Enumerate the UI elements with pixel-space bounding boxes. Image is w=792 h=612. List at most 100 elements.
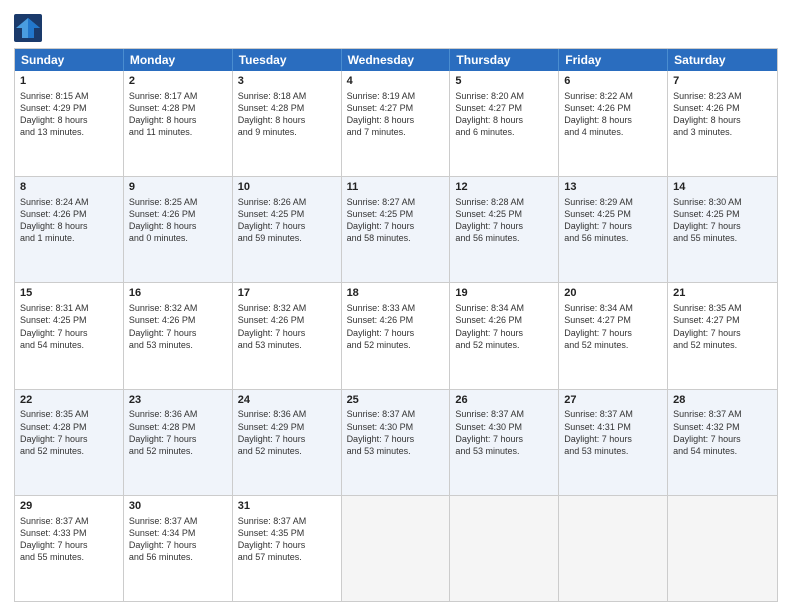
calendar-cell-empty [342,496,451,601]
calendar-cell: 24Sunrise: 8:36 AMSunset: 4:29 PMDayligh… [233,390,342,495]
day-number: 27 [564,393,662,408]
calendar-cell: 8Sunrise: 8:24 AMSunset: 4:26 PMDaylight… [15,177,124,282]
calendar-cell: 13Sunrise: 8:29 AMSunset: 4:25 PMDayligh… [559,177,668,282]
day-number: 20 [564,286,662,301]
calendar-cell: 12Sunrise: 8:28 AMSunset: 4:25 PMDayligh… [450,177,559,282]
calendar-cell: 11Sunrise: 8:27 AMSunset: 4:25 PMDayligh… [342,177,451,282]
calendar-cell: 23Sunrise: 8:36 AMSunset: 4:28 PMDayligh… [124,390,233,495]
calendar-cell: 17Sunrise: 8:32 AMSunset: 4:26 PMDayligh… [233,283,342,388]
day-info: Sunrise: 8:18 AMSunset: 4:28 PMDaylight:… [238,90,336,139]
day-info: Sunrise: 8:33 AMSunset: 4:26 PMDaylight:… [347,302,445,351]
day-info: Sunrise: 8:36 AMSunset: 4:29 PMDaylight:… [238,408,336,457]
day-number: 6 [564,74,662,89]
day-info: Sunrise: 8:37 AMSunset: 4:32 PMDaylight:… [673,408,772,457]
day-info: Sunrise: 8:35 AMSunset: 4:28 PMDaylight:… [20,408,118,457]
day-number: 13 [564,180,662,195]
calendar-row: 22Sunrise: 8:35 AMSunset: 4:28 PMDayligh… [15,389,777,495]
day-info: Sunrise: 8:28 AMSunset: 4:25 PMDaylight:… [455,196,553,245]
day-number: 23 [129,393,227,408]
day-number: 19 [455,286,553,301]
calendar-cell: 14Sunrise: 8:30 AMSunset: 4:25 PMDayligh… [668,177,777,282]
day-info: Sunrise: 8:37 AMSunset: 4:30 PMDaylight:… [347,408,445,457]
day-info: Sunrise: 8:29 AMSunset: 4:25 PMDaylight:… [564,196,662,245]
calendar-cell-empty [559,496,668,601]
day-number: 12 [455,180,553,195]
day-info: Sunrise: 8:34 AMSunset: 4:27 PMDaylight:… [564,302,662,351]
calendar-cell: 2Sunrise: 8:17 AMSunset: 4:28 PMDaylight… [124,71,233,176]
calendar-cell: 9Sunrise: 8:25 AMSunset: 4:26 PMDaylight… [124,177,233,282]
logo-icon [14,14,42,42]
day-number: 17 [238,286,336,301]
calendar-header: SundayMondayTuesdayWednesdayThursdayFrid… [15,49,777,71]
day-number: 25 [347,393,445,408]
day-number: 31 [238,499,336,514]
calendar-cell: 20Sunrise: 8:34 AMSunset: 4:27 PMDayligh… [559,283,668,388]
day-number: 30 [129,499,227,514]
calendar-cell: 29Sunrise: 8:37 AMSunset: 4:33 PMDayligh… [15,496,124,601]
day-info: Sunrise: 8:37 AMSunset: 4:35 PMDaylight:… [238,515,336,564]
day-number: 15 [20,286,118,301]
calendar-cell: 16Sunrise: 8:32 AMSunset: 4:26 PMDayligh… [124,283,233,388]
calendar-cell: 3Sunrise: 8:18 AMSunset: 4:28 PMDaylight… [233,71,342,176]
day-info: Sunrise: 8:37 AMSunset: 4:30 PMDaylight:… [455,408,553,457]
day-info: Sunrise: 8:31 AMSunset: 4:25 PMDaylight:… [20,302,118,351]
calendar-row: 8Sunrise: 8:24 AMSunset: 4:26 PMDaylight… [15,176,777,282]
calendar-cell: 18Sunrise: 8:33 AMSunset: 4:26 PMDayligh… [342,283,451,388]
weekday-header: Monday [124,49,233,71]
day-number: 21 [673,286,772,301]
day-number: 3 [238,74,336,89]
day-info: Sunrise: 8:23 AMSunset: 4:26 PMDaylight:… [673,90,772,139]
calendar-cell: 30Sunrise: 8:37 AMSunset: 4:34 PMDayligh… [124,496,233,601]
calendar-cell: 27Sunrise: 8:37 AMSunset: 4:31 PMDayligh… [559,390,668,495]
day-info: Sunrise: 8:20 AMSunset: 4:27 PMDaylight:… [455,90,553,139]
day-number: 9 [129,180,227,195]
weekday-header: Saturday [668,49,777,71]
day-number: 8 [20,180,118,195]
calendar-cell: 25Sunrise: 8:37 AMSunset: 4:30 PMDayligh… [342,390,451,495]
calendar-cell: 26Sunrise: 8:37 AMSunset: 4:30 PMDayligh… [450,390,559,495]
day-info: Sunrise: 8:27 AMSunset: 4:25 PMDaylight:… [347,196,445,245]
day-number: 26 [455,393,553,408]
logo [14,14,44,42]
calendar-row: 15Sunrise: 8:31 AMSunset: 4:25 PMDayligh… [15,282,777,388]
calendar-cell: 5Sunrise: 8:20 AMSunset: 4:27 PMDaylight… [450,71,559,176]
calendar-body: 1Sunrise: 8:15 AMSunset: 4:29 PMDaylight… [15,71,777,601]
weekday-header: Tuesday [233,49,342,71]
day-number: 16 [129,286,227,301]
day-info: Sunrise: 8:22 AMSunset: 4:26 PMDaylight:… [564,90,662,139]
calendar-cell-empty [450,496,559,601]
weekday-header: Friday [559,49,668,71]
day-info: Sunrise: 8:32 AMSunset: 4:26 PMDaylight:… [129,302,227,351]
day-info: Sunrise: 8:37 AMSunset: 4:31 PMDaylight:… [564,408,662,457]
day-info: Sunrise: 8:37 AMSunset: 4:34 PMDaylight:… [129,515,227,564]
day-number: 24 [238,393,336,408]
calendar-cell: 1Sunrise: 8:15 AMSunset: 4:29 PMDaylight… [15,71,124,176]
day-info: Sunrise: 8:15 AMSunset: 4:29 PMDaylight:… [20,90,118,139]
day-number: 1 [20,74,118,89]
day-number: 10 [238,180,336,195]
day-number: 11 [347,180,445,195]
calendar-cell: 21Sunrise: 8:35 AMSunset: 4:27 PMDayligh… [668,283,777,388]
day-info: Sunrise: 8:17 AMSunset: 4:28 PMDaylight:… [129,90,227,139]
day-number: 18 [347,286,445,301]
day-number: 29 [20,499,118,514]
calendar-cell: 31Sunrise: 8:37 AMSunset: 4:35 PMDayligh… [233,496,342,601]
calendar-cell: 7Sunrise: 8:23 AMSunset: 4:26 PMDaylight… [668,71,777,176]
day-number: 7 [673,74,772,89]
page: SundayMondayTuesdayWednesdayThursdayFrid… [0,0,792,612]
day-number: 4 [347,74,445,89]
calendar-row: 29Sunrise: 8:37 AMSunset: 4:33 PMDayligh… [15,495,777,601]
day-number: 5 [455,74,553,89]
calendar-row: 1Sunrise: 8:15 AMSunset: 4:29 PMDaylight… [15,71,777,176]
calendar-cell-empty [668,496,777,601]
weekday-header: Wednesday [342,49,451,71]
day-info: Sunrise: 8:26 AMSunset: 4:25 PMDaylight:… [238,196,336,245]
day-info: Sunrise: 8:24 AMSunset: 4:26 PMDaylight:… [20,196,118,245]
calendar-cell: 10Sunrise: 8:26 AMSunset: 4:25 PMDayligh… [233,177,342,282]
day-info: Sunrise: 8:36 AMSunset: 4:28 PMDaylight:… [129,408,227,457]
day-info: Sunrise: 8:34 AMSunset: 4:26 PMDaylight:… [455,302,553,351]
day-number: 2 [129,74,227,89]
day-info: Sunrise: 8:19 AMSunset: 4:27 PMDaylight:… [347,90,445,139]
day-info: Sunrise: 8:25 AMSunset: 4:26 PMDaylight:… [129,196,227,245]
calendar-cell: 22Sunrise: 8:35 AMSunset: 4:28 PMDayligh… [15,390,124,495]
